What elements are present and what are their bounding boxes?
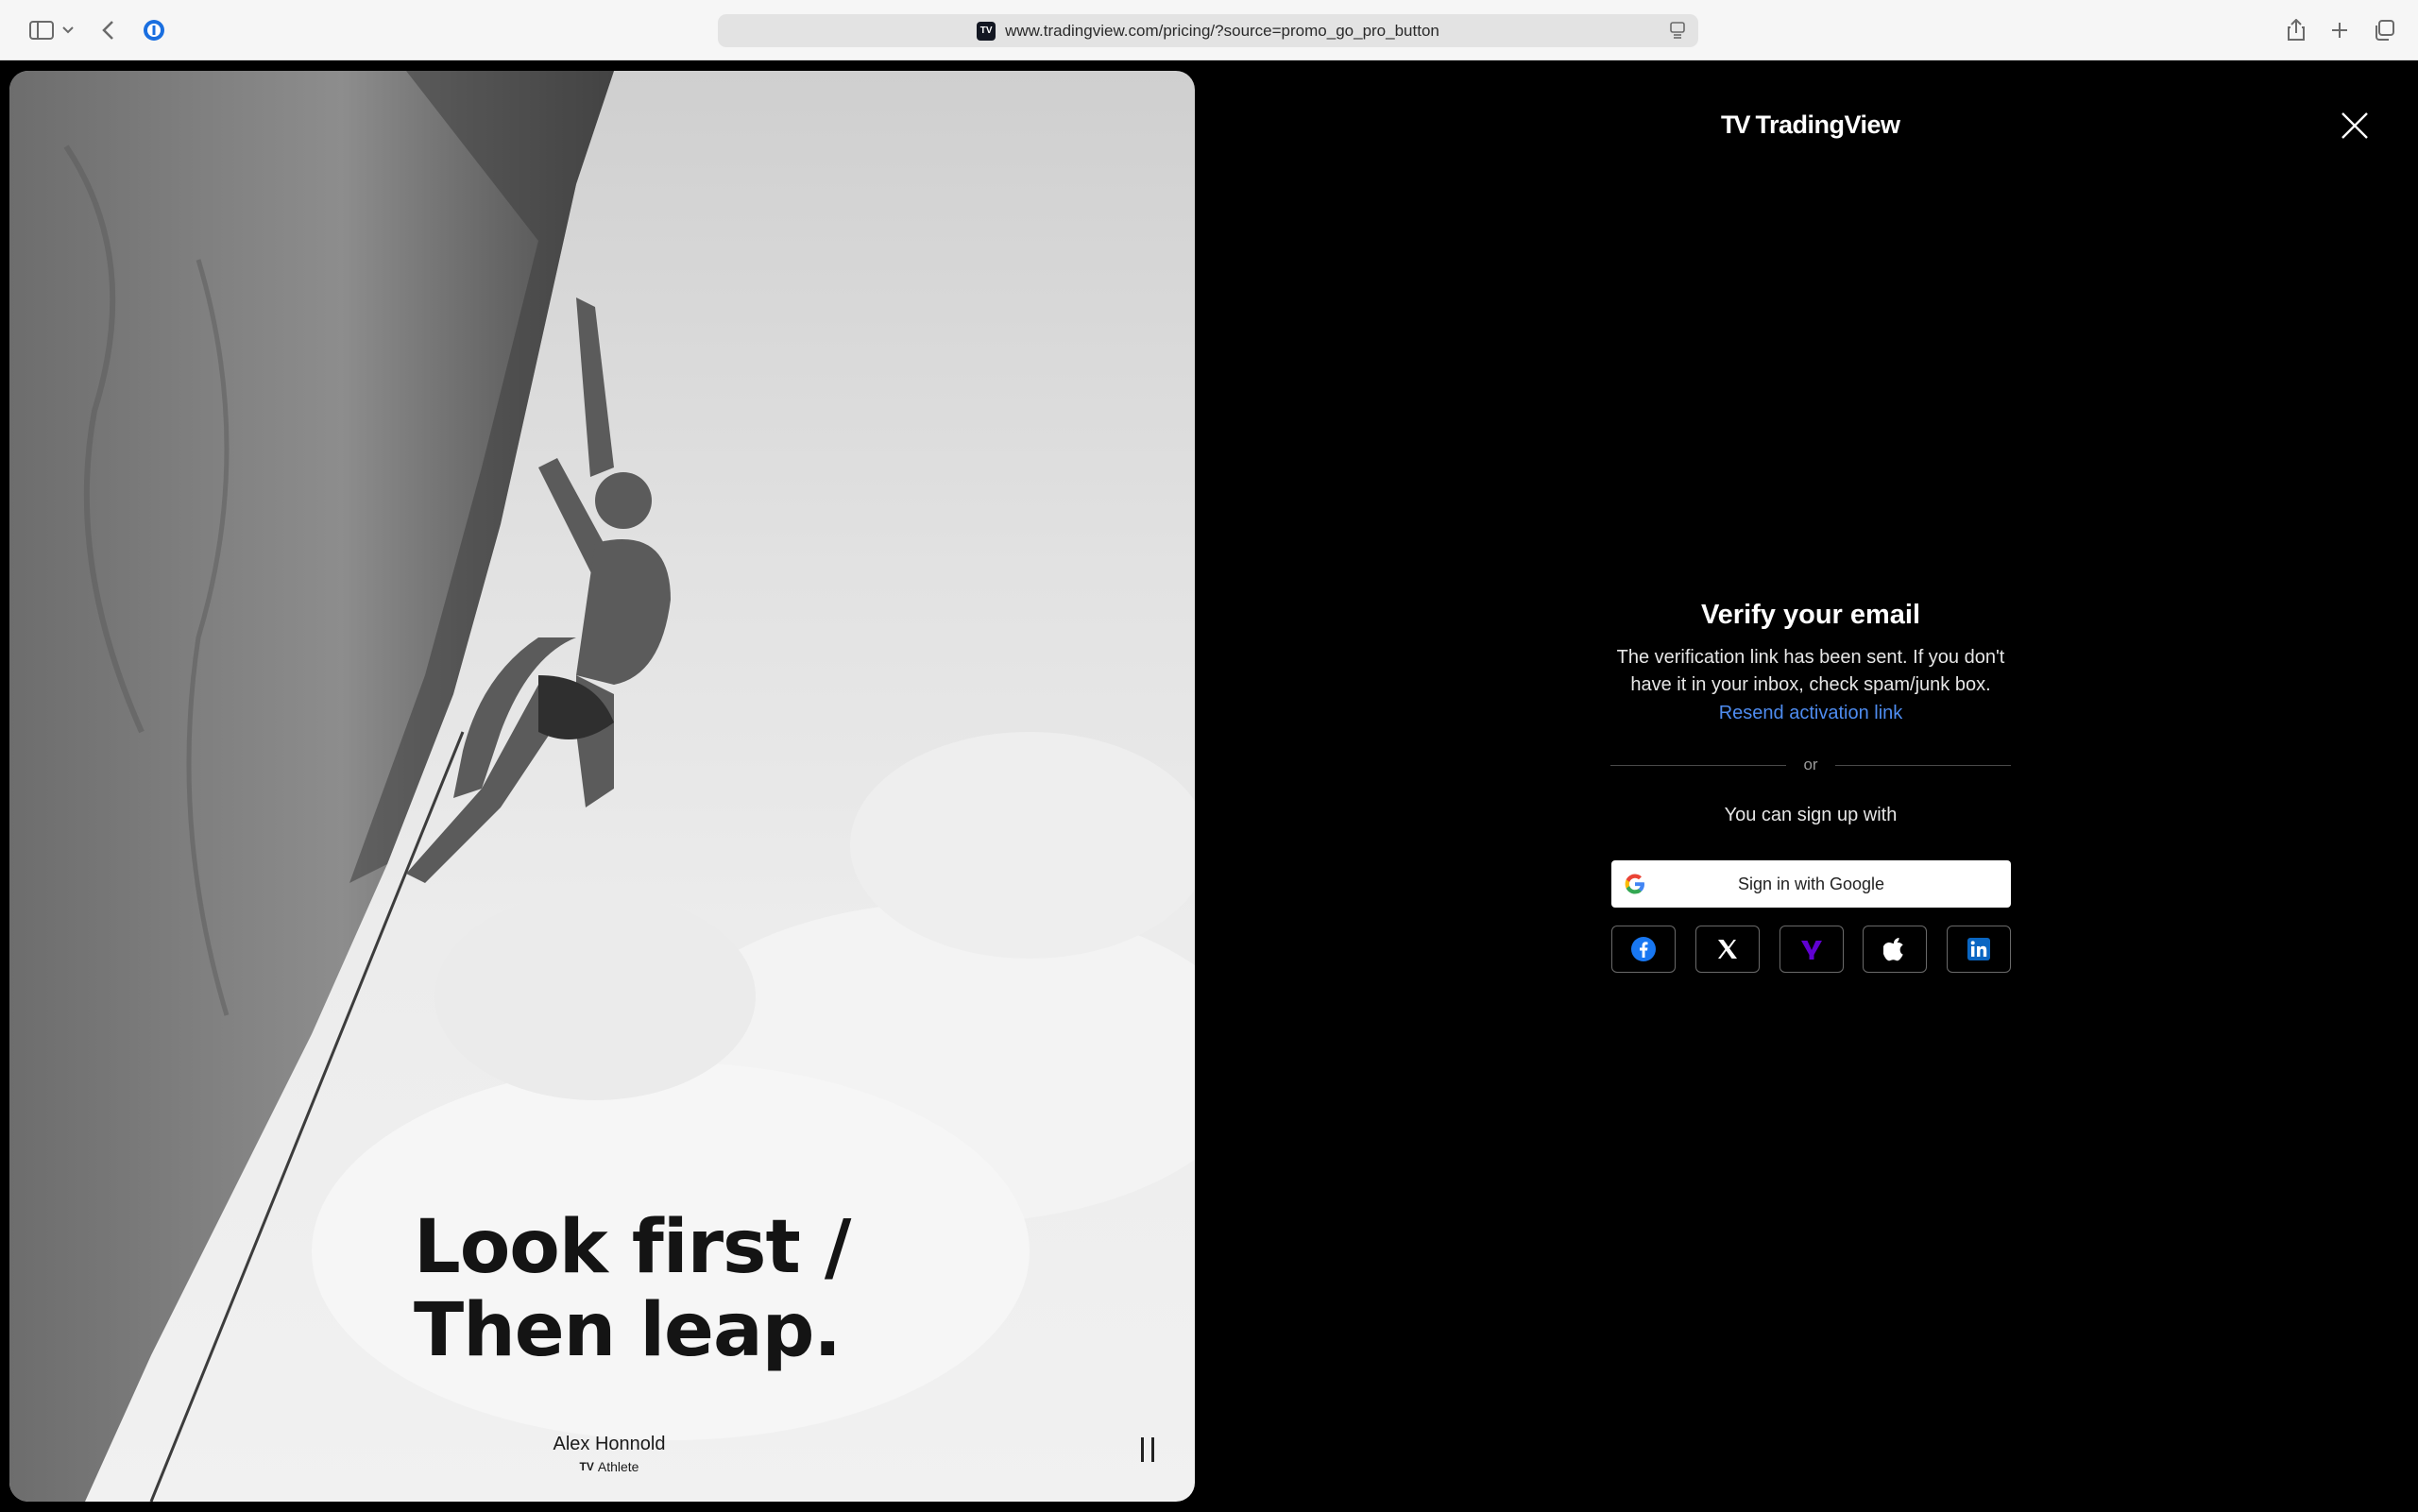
browser-toolbar: TV www.tradingview.com/pricing/?source=p…	[0, 0, 2418, 60]
facebook-sign-in-button[interactable]	[1611, 926, 1676, 973]
pause-button[interactable]	[1133, 1431, 1162, 1469]
new-tab-icon[interactable]	[2327, 17, 2352, 43]
pause-bar-icon	[1141, 1437, 1144, 1462]
site-favicon-icon: TV	[977, 21, 996, 41]
x-sign-in-button[interactable]	[1694, 926, 1760, 973]
hero-panel: Look first / Then leap. Alex Honnold TV …	[9, 71, 1195, 1502]
tradingview-logo-icon: TV	[1721, 110, 1750, 139]
address-bar[interactable]: TV www.tradingview.com/pricing/?source=p…	[718, 14, 1698, 47]
athlete-credit: Alex Honnold TV Athlete	[501, 1434, 718, 1474]
close-button[interactable]	[2341, 111, 2369, 140]
google-sign-in-label: Sign in with Google	[1737, 874, 1885, 893]
or-divider: or	[1610, 756, 2011, 774]
social-sign-in-row	[1611, 926, 2011, 973]
yahoo-icon	[1800, 941, 1822, 960]
sidebar-toggle-icon[interactable]	[23, 17, 60, 43]
tradingview-logo: TV TradingView	[1721, 108, 1900, 142]
linkedin-sign-in-button[interactable]	[1947, 926, 2011, 973]
password-manager-icon[interactable]	[140, 17, 168, 43]
athlete-name: Alex Honnold	[553, 1434, 666, 1454]
reader-mode-icon[interactable]	[1670, 22, 1685, 43]
linkedin-icon	[1967, 938, 1990, 960]
verify-title: Verify your email	[1700, 600, 1921, 630]
divider-line	[1835, 765, 2011, 766]
tradingview-mini-logo-icon: TV	[579, 1460, 594, 1473]
headline-line-2: Then leap.	[414, 1288, 842, 1373]
athlete-role: TV Athlete	[501, 1459, 718, 1474]
verify-message: The verification link has been sent. If …	[1606, 644, 2016, 699]
close-icon	[2341, 112, 2368, 139]
tradingview-logo-text: TradingView	[1755, 110, 1901, 139]
signup-options-label: You can sign up with	[1724, 805, 1898, 825]
hero-headline: Look first / Then leap.	[414, 1206, 1075, 1372]
apple-icon	[1883, 938, 1903, 961]
back-icon[interactable]	[94, 17, 121, 43]
google-sign-in-button[interactable]: Sign in with Google	[1611, 860, 2011, 908]
x-icon	[1717, 940, 1737, 959]
pause-bar-icon	[1151, 1437, 1154, 1462]
share-icon[interactable]	[2284, 17, 2308, 43]
headline-line-1: Look first /	[414, 1205, 851, 1290]
yahoo-sign-in-button[interactable]	[1779, 926, 1844, 973]
chevron-down-icon[interactable]	[59, 17, 77, 43]
verify-message-line-2: have it in your inbox, check spam/junk b…	[1630, 674, 1991, 695]
facebook-icon	[1631, 937, 1656, 961]
resend-activation-link[interactable]: Resend activation link	[1606, 700, 2016, 727]
url-text: www.tradingview.com/pricing/?source=prom…	[1005, 21, 1439, 40]
apple-sign-in-button[interactable]	[1863, 926, 1928, 973]
google-icon	[1625, 874, 1645, 899]
verify-email-section: Verify your email The verification link …	[1606, 595, 2016, 727]
tab-overview-icon[interactable]	[2371, 17, 2397, 43]
verify-message-line-1: The verification link has been sent. If …	[1616, 647, 2005, 668]
athlete-role-label: Athlete	[597, 1459, 639, 1474]
